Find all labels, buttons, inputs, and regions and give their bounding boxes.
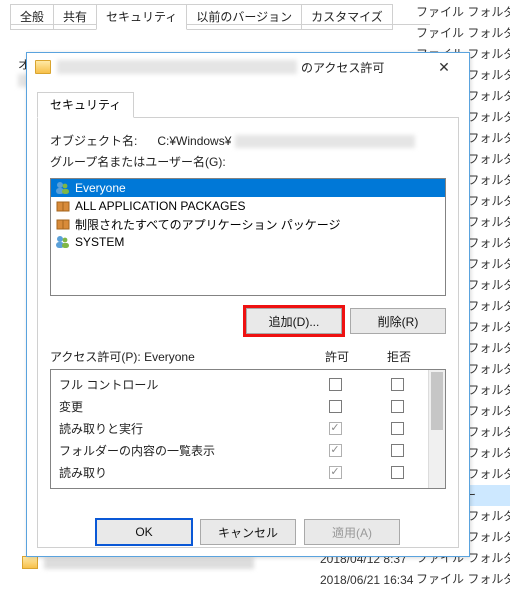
add-button[interactable]: 追加(D)...	[246, 308, 342, 334]
deny-column-header: 拒否	[368, 348, 430, 365]
apply-button[interactable]: 適用(A)	[304, 519, 400, 545]
security-panel: オブジェクト名: C:¥Windows¥ グループ名またはユーザー名(G): E…	[37, 117, 459, 548]
permission-label: 変更	[59, 398, 304, 415]
deny-checkbox[interactable]	[391, 466, 404, 479]
deny-checkbox[interactable]	[391, 400, 404, 413]
cancel-button[interactable]: キャンセル	[200, 519, 296, 545]
allow-checkbox[interactable]	[329, 444, 342, 457]
deny-checkbox[interactable]	[391, 422, 404, 435]
allow-checkbox[interactable]	[329, 400, 342, 413]
permissions-rows: フル コントロール変更読み取りと実行フォルダーの内容の一覧表示読み取り	[51, 370, 428, 488]
allow-checkbox[interactable]	[329, 422, 342, 435]
permission-row: 変更	[51, 395, 428, 417]
type-cell: ファイル フォルダー	[410, 569, 510, 590]
users-icon	[55, 235, 71, 249]
folder-icon	[35, 60, 51, 74]
blurred-text	[57, 60, 297, 74]
permission-row: フォルダーの内容の一覧表示	[51, 439, 428, 461]
object-name-row: オブジェクト名: C:¥Windows¥	[50, 132, 446, 149]
group-item-label: 制限されたすべてのアプリケーション パッケージ	[75, 216, 341, 233]
blurred-text	[235, 135, 415, 148]
permissions-dialog: のアクセス許可 ✕ セキュリティ オブジェクト名: C:¥Windows¥ グル…	[26, 52, 470, 557]
properties-tab[interactable]: カスタマイズ	[301, 4, 393, 30]
group-item[interactable]: SYSTEM	[51, 233, 445, 251]
properties-tab[interactable]: セキュリティ	[96, 4, 187, 30]
properties-tab-border	[10, 24, 430, 25]
permission-label: フル コントロール	[59, 376, 304, 393]
users-icon	[55, 181, 71, 195]
allow-checkbox[interactable]	[329, 378, 342, 391]
package-icon	[55, 217, 71, 231]
properties-tab[interactable]: 全般	[10, 4, 54, 30]
type-cell: ファイル フォルダー	[410, 23, 510, 44]
dialog-buttons: OK キャンセル 適用(A)	[38, 513, 458, 547]
permission-label: フォルダーの内容の一覧表示	[59, 442, 304, 459]
deny-checkbox[interactable]	[391, 378, 404, 391]
group-item[interactable]: ALL APPLICATION PACKAGES	[51, 197, 445, 215]
permissions-for-label: アクセス許可(P): Everyone	[50, 348, 306, 365]
date-cell: 2018/06/21 16:34	[320, 570, 413, 591]
properties-tabs: 全般共有セキュリティ以前のバージョンカスタマイズ	[10, 4, 392, 30]
type-cell: ファイル フォルダー	[410, 2, 510, 23]
package-icon	[55, 199, 71, 213]
groups-listbox[interactable]: Everyone ALL APPLICATION PACKAGES 制限されたすべて…	[50, 178, 446, 296]
group-item-label: SYSTEM	[75, 235, 124, 249]
permission-row: 読み取りと実行	[51, 417, 428, 439]
object-path-prefix: C:¥Windows¥	[157, 134, 231, 148]
object-name-label: オブジェクト名:	[50, 134, 137, 148]
titlebar[interactable]: のアクセス許可 ✕	[27, 53, 469, 81]
permission-label: 読み取り	[59, 464, 304, 481]
ok-button[interactable]: OK	[96, 519, 192, 545]
remove-button[interactable]: 削除(R)	[350, 308, 446, 334]
scrollbar[interactable]	[428, 370, 445, 488]
allow-column-header: 許可	[306, 348, 368, 365]
tab-security[interactable]: セキュリティ	[37, 92, 134, 118]
allow-checkbox[interactable]	[329, 466, 342, 479]
deny-checkbox[interactable]	[391, 444, 404, 457]
blurred-text	[44, 557, 254, 569]
properties-tab[interactable]: 以前のバージョン	[186, 4, 302, 30]
close-icon: ✕	[438, 59, 450, 76]
scrollbar-thumb[interactable]	[431, 372, 443, 430]
properties-tab[interactable]: 共有	[53, 4, 97, 30]
group-item[interactable]: Everyone	[51, 179, 445, 197]
permission-row: フル コントロール	[51, 373, 428, 395]
permissions-listbox: フル コントロール変更読み取りと実行フォルダーの内容の一覧表示読み取り	[50, 369, 446, 489]
group-item-label: ALL APPLICATION PACKAGES	[75, 199, 246, 213]
permissions-header: アクセス許可(P): Everyone 許可 拒否	[50, 348, 446, 365]
group-item-label: Everyone	[75, 181, 126, 195]
group-item[interactable]: 制限されたすべてのアプリケーション パッケージ	[51, 215, 445, 233]
permission-row: 読み取り	[51, 461, 428, 483]
title-suffix: のアクセス許可	[301, 59, 384, 76]
permission-label: 読み取りと実行	[59, 420, 304, 437]
groups-label: グループ名またはユーザー名(G):	[50, 153, 446, 170]
folder-icon	[22, 556, 38, 569]
close-button[interactable]: ✕	[425, 56, 463, 78]
